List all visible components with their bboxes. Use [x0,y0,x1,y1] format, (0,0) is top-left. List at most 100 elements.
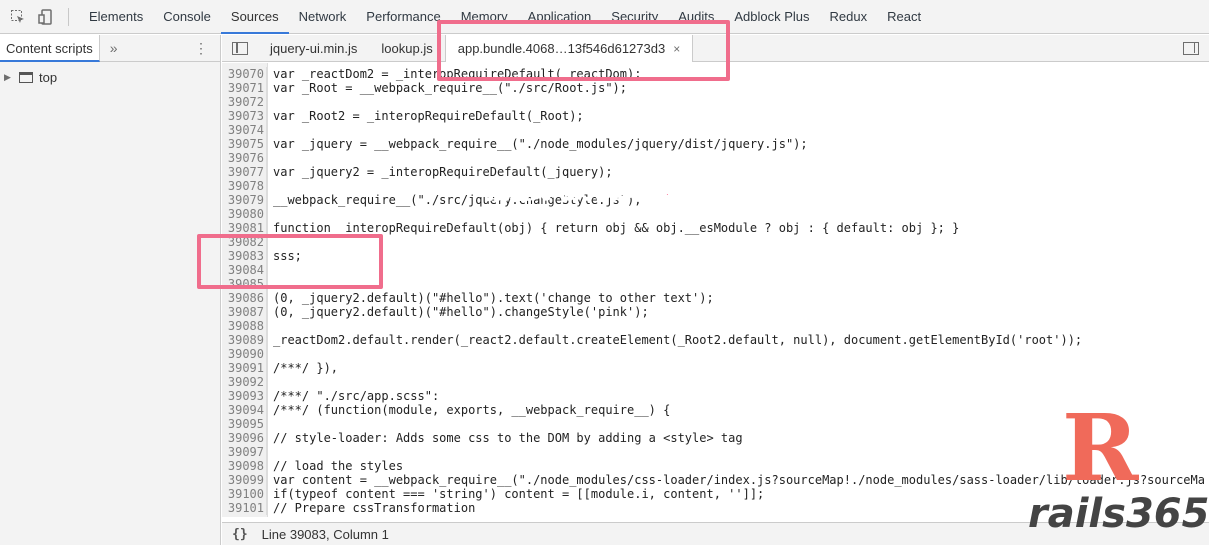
line-number[interactable]: 39082 [222,235,267,249]
tab-redux[interactable]: Redux [820,0,878,34]
editor-tab-label: app.bundle.4068…13f546d61273d3 [457,40,666,56]
toggle-debugger-icon[interactable] [1183,41,1199,55]
code-line[interactable]: 39082 [222,235,1209,249]
code-editor[interactable]: 39070 var _reactDom2 = _interopRequireDef… [222,63,1209,517]
code-line[interactable]: 39076 [222,151,1209,165]
code-line[interactable]: 39071 var _Root = __webpack_require__("./… [222,81,1209,95]
code-text: // Prepare cssTransformation [273,501,476,515]
code-line[interactable]: 39084 [222,263,1209,277]
code-line[interactable]: 39091 /***/ }), [222,361,1209,375]
code-line[interactable]: 39074 [222,123,1209,137]
close-icon[interactable]: × [673,42,680,56]
code-line[interactable]: 39096 // style-loader: Adds some css to t… [222,431,1209,445]
code-text: function _interopRequireDefault(obj) { r… [273,221,960,235]
editor-tab-jquery-ui[interactable]: jquery-ui.min.js [258,35,369,62]
tree-node-top[interactable]: ▶ top [0,68,220,86]
code-line[interactable]: 39092 [222,375,1209,389]
line-number[interactable]: 39084 [222,263,267,277]
tree-node-label: top [39,69,58,85]
line-number[interactable]: 39085 [222,277,267,291]
line-number[interactable]: 39074 [222,123,267,137]
toggle-navigator-icon[interactable] [232,41,248,55]
line-number[interactable]: 39100 [222,487,267,501]
editor-tab-lookup[interactable]: lookup.js [369,35,444,62]
more-tabs-icon[interactable]: » [110,40,118,56]
line-number[interactable]: 39076 [222,151,267,165]
code-line[interactable]: 39094 /***/ (function(module, exports, __… [222,403,1209,417]
line-number[interactable]: 39101 [222,501,267,515]
tab-network[interactable]: Network [289,0,357,34]
line-number[interactable]: 39086 [222,291,267,305]
tab-react[interactable]: React [877,0,931,34]
watermark-logo: R [1062,394,1139,502]
line-number[interactable]: 39095 [222,417,267,431]
line-number[interactable]: 39093 [222,389,267,403]
device-toolbar-icon[interactable] [36,7,56,27]
line-number[interactable]: 39079 [222,193,267,207]
inspect-element-icon[interactable] [8,7,28,27]
code-line[interactable]: 39085 [222,277,1209,291]
tab-memory[interactable]: Memory [451,0,518,34]
line-number[interactable]: 39081 [222,221,267,235]
code-line[interactable]: 39098 // load the styles [222,459,1209,473]
code-line[interactable]: 39093 /***/ "./src/app.scss": [222,389,1209,403]
line-number[interactable]: 39077 [222,165,267,179]
code-line[interactable]: 39080 [222,207,1209,221]
code-line[interactable]: 39087 (0, _jquery2.default)("#hello").cha… [222,305,1209,319]
code-line[interactable]: 39089 _reactDom2.default.render(_react2.d… [222,333,1209,347]
code-line[interactable]: 39073 var _Root2 = _interopRequireDefault… [222,109,1209,123]
line-number[interactable]: 39080 [222,207,267,221]
line-number[interactable]: 39090 [222,347,267,361]
line-number[interactable]: 39070 [222,67,267,81]
toolbar-divider [68,7,69,26]
frame-icon [19,71,33,83]
code-line[interactable]: 39083 sss; [222,249,1209,263]
code-line[interactable]: 39090 [222,347,1209,361]
line-number[interactable]: 39098 [222,459,267,473]
code-line[interactable]: 39099 var content = __webpack_require__("… [222,473,1209,487]
tab-content-scripts[interactable]: Content scripts [0,34,100,62]
line-number[interactable]: 39072 [222,95,267,109]
code-text: sss; [273,249,302,263]
tab-adblock-plus[interactable]: Adblock Plus [724,0,819,34]
line-number[interactable]: 39092 [222,375,267,389]
line-number[interactable]: 39097 [222,445,267,459]
line-number[interactable]: 39094 [222,403,267,417]
code-line[interactable]: 39070 var _reactDom2 = _interopRequireDef… [222,67,1209,81]
tab-security[interactable]: Security [601,0,668,34]
tab-performance[interactable]: Performance [356,0,450,34]
line-number[interactable]: 39075 [222,137,267,151]
tab-audits[interactable]: Audits [668,0,724,34]
line-number[interactable]: 39088 [222,319,267,333]
line-number[interactable]: 39087 [222,305,267,319]
line-number[interactable]: 39073 [222,109,267,123]
tab-console[interactable]: Console [153,0,221,34]
line-number[interactable]: 39083 [222,249,267,263]
tab-elements[interactable]: Elements [79,0,153,34]
line-number[interactable]: 39071 [222,81,267,95]
code-line[interactable]: 39086 (0, _jquery2.default)("#hello").tex… [222,291,1209,305]
line-number[interactable]: 39078 [222,179,267,193]
code-line[interactable]: 39081 function _interopRequireDefault(obj… [222,221,1209,235]
editor-tab-app-bundle[interactable]: app.bundle.4068…13f546d61273d3 × [444,34,694,62]
tab-application[interactable]: Application [518,0,602,34]
line-number[interactable]: 39099 [222,473,267,487]
code-line[interactable]: 39072 [222,95,1209,109]
line-number[interactable]: 39096 [222,431,267,445]
line-number[interactable]: 39089 [222,333,267,347]
line-number[interactable]: 39091 [222,361,267,375]
file-tree: ▶ top [0,62,220,86]
tab-sources[interactable]: Sources [220,0,289,34]
more-options-icon[interactable]: ⋮ [194,40,208,57]
code-line[interactable]: 39097 [222,445,1209,459]
pretty-print-icon[interactable]: {} [232,527,248,542]
code-line[interactable]: 39095 [222,417,1209,431]
expand-arrow-icon[interactable]: ▶ [4,72,16,83]
code-line[interactable]: 39088 [222,319,1209,333]
code-line[interactable]: 39075 var _jquery = __webpack_require__("… [222,137,1209,151]
